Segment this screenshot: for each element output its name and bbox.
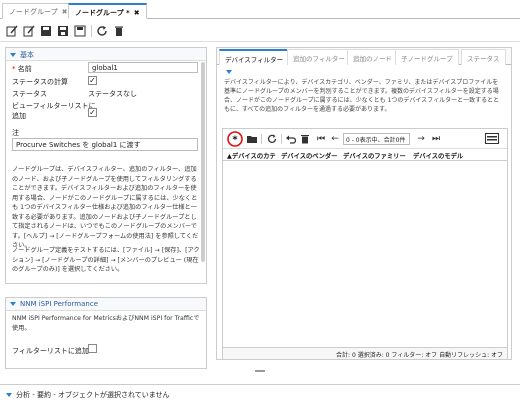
collapse-triangle-icon: [10, 53, 16, 57]
nnm-section-header[interactable]: NNM iSPI Performance: [6, 298, 206, 311]
toolbar-divider: [281, 134, 282, 144]
open-folder-icon[interactable]: [247, 134, 257, 144]
first-page-icon[interactable]: ⏮: [316, 134, 326, 144]
page-info-text: 0 - 0表示中、合計0件: [346, 137, 406, 144]
view-filter-label: ビューフィルターリストに 追加: [12, 101, 95, 121]
section-title: 基本: [20, 51, 34, 59]
tab-node-group-edited[interactable]: ノードグループ * ✖: [68, 3, 147, 19]
view-filter-label-line1: ビューフィルターリストに: [12, 102, 96, 110]
close-icon[interactable]: ✖: [62, 8, 68, 16]
refresh-icon[interactable]: [96, 25, 108, 37]
previous-page-icon[interactable]: ←: [330, 134, 340, 144]
toolbar-divider: [261, 134, 262, 144]
filter-list-checkbox[interactable]: [88, 344, 97, 353]
save-new-icon[interactable]: [74, 25, 86, 37]
note-label: 注: [12, 129, 19, 137]
edit-icon[interactable]: [6, 25, 18, 37]
section-title: NNM iSPI Performance: [20, 300, 98, 308]
save-icon[interactable]: [40, 25, 52, 37]
column-device-vendor[interactable]: デバイスのベンダー: [281, 151, 337, 160]
splitter-handle[interactable]: [255, 370, 265, 372]
tab-child-node-groups[interactable]: 子ノードグループ: [395, 49, 459, 65]
view-filter-label-line2: 追加: [12, 112, 26, 120]
svg-text:*: *: [232, 135, 238, 146]
document-tab-bar: ノードグループ ✖ ノードグループ * ✖: [0, 0, 520, 19]
column-device-category[interactable]: ▲デバイスのカテ: [227, 151, 276, 160]
status-calc-label: ステータスの計算: [12, 78, 68, 86]
help-text: ノードグループは、デバイスフィルター、追加のフィルター、追加のノード、および子ノ…: [12, 166, 199, 249]
basic-section-header[interactable]: 基本: [6, 48, 206, 61]
filter-list-label: フィルターリストに追加: [12, 347, 89, 355]
save-close-icon[interactable]: [57, 25, 69, 37]
form-toolbar: [0, 20, 520, 42]
tab-device-filter[interactable]: デバイスフィルター: [219, 49, 290, 65]
name-label-text: 名前: [17, 65, 32, 73]
table-status-bar: 合計: 0 選択済み: 0 フィルター: オフ 自動リフレッシュ: オフ: [223, 347, 507, 359]
filters-panel: デバイスフィルター 追加のフィルター 追加のノード 子ノードグループ ステータス…: [216, 47, 512, 360]
tab-additional-filter[interactable]: 追加のフィルター: [287, 49, 351, 65]
status-value: ステータスなし: [88, 90, 137, 98]
status-calc-checkbox[interactable]: ✓: [88, 76, 97, 85]
name-field[interactable]: global1: [88, 62, 198, 73]
note-field-value: Procurve Switches を global1 に渡す: [16, 141, 141, 149]
table-toolbar: * ⏮ ← 0 - 0表示中、合計0件 → ⏭: [223, 129, 507, 149]
scrollbar[interactable]: [201, 62, 205, 262]
view-filter-checkbox[interactable]: ✓: [88, 108, 97, 117]
column-device-model[interactable]: デバイスのモデル: [413, 151, 463, 160]
tab-label: ノードグループ: [9, 8, 58, 16]
name-field-value: global1: [92, 64, 118, 72]
delete-icon[interactable]: [113, 25, 125, 37]
toolbar-divider: [91, 25, 92, 37]
analysis-pane: 分析 - 要約 - オブジェクトが選択されていません: [0, 384, 520, 404]
device-filter-description: デバイスフィルターにより、デバイスカテゴリ、ベンダー、ファミリ、またはデバイスプ…: [224, 79, 500, 113]
new-filter-icon[interactable]: *: [227, 131, 243, 147]
next-page-icon[interactable]: →: [416, 134, 426, 144]
help-text-test: ノードグループ定義をテストするには、[ファイル] → [保存]、[アクション] …: [12, 247, 200, 273]
name-label: * 名前: [12, 64, 32, 74]
collapse-triangle-icon: [10, 302, 16, 306]
refresh-icon[interactable]: [267, 134, 277, 144]
expand-triangle-icon[interactable]: [6, 393, 12, 397]
note-field[interactable]: Procurve Switches を global1 に渡す: [12, 138, 198, 151]
close-icon[interactable]: ✖: [134, 9, 140, 17]
last-page-icon[interactable]: ⏭: [431, 134, 441, 144]
nnm-description: NNM iSPI Performance for MetricsおよびNNM i…: [12, 315, 200, 332]
delete-icon[interactable]: [300, 134, 310, 144]
edit-new-icon[interactable]: [23, 25, 35, 37]
tab-additional-nodes[interactable]: 追加のノード: [347, 49, 398, 65]
tab-node-group[interactable]: ノードグループ ✖: [2, 3, 75, 19]
tab-label: ノードグループ *: [75, 9, 130, 17]
device-filter-table: * ⏮ ← 0 - 0表示中、合計0件 → ⏭ ▲デバイスのカテ デバイスのベン…: [222, 128, 508, 360]
nnm-section: NNM iSPI Performance NNM iSPI Performanc…: [5, 297, 207, 369]
analysis-pane-title: 分析 - 要約 - オブジェクトが選択されていません: [16, 391, 170, 399]
column-device-family[interactable]: デバイスのファミリー: [343, 151, 406, 160]
table-settings-icon[interactable]: [485, 133, 499, 144]
status-label: ステータス: [12, 90, 47, 98]
filter-tab-bar: デバイスフィルター 追加のフィルター 追加のノード 子ノードグループ ステータス: [217, 48, 511, 65]
basic-section: 基本 * 名前 global1 ステータスの計算 ✓ ステータス ステータスなし…: [5, 47, 207, 284]
tab-status[interactable]: ステータス: [461, 49, 506, 65]
table-header: ▲デバイスのカテ デバイスのベンダー デバイスのファミリー デバイスのモデル: [223, 149, 507, 161]
collapse-triangle-icon[interactable]: [226, 70, 232, 74]
page-info[interactable]: 0 - 0表示中、合計0件: [343, 133, 410, 145]
undo-icon[interactable]: [286, 134, 296, 144]
